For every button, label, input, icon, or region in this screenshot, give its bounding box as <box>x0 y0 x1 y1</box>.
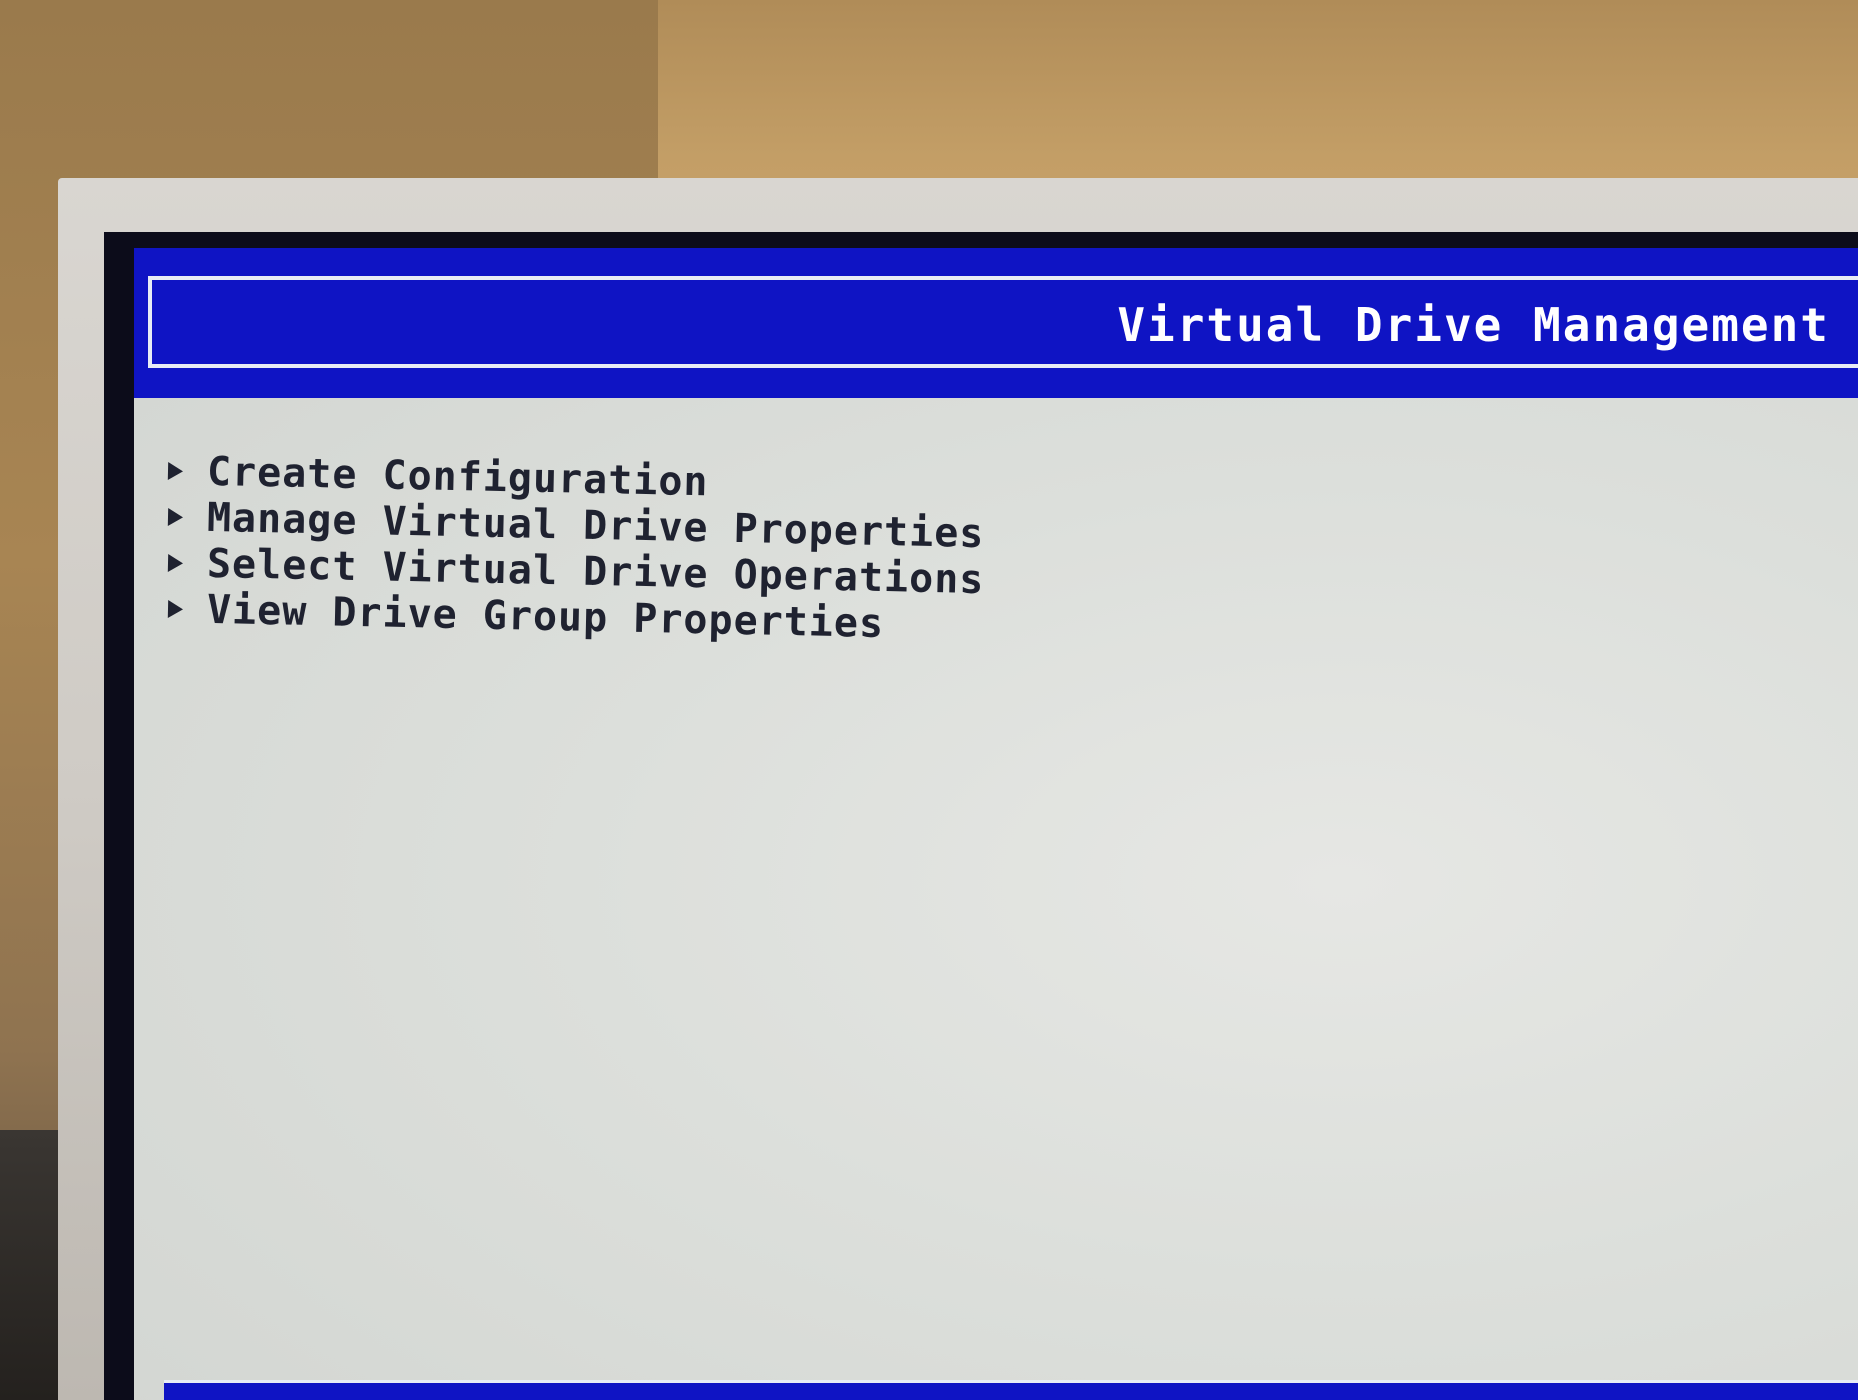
main-menu: Create Configuration Manage Virtual Driv… <box>167 448 985 647</box>
triangle-right-icon <box>167 508 184 527</box>
bottom-bar <box>164 1380 1858 1400</box>
triangle-right-icon <box>167 600 184 619</box>
triangle-right-icon <box>167 554 184 573</box>
bios-screen: Virtual Drive Management Create Configur… <box>134 248 1858 1400</box>
page-title: Virtual Drive Management <box>1117 298 1830 352</box>
title-bar: Virtual Drive Management <box>134 248 1858 398</box>
title-frame: Virtual Drive Management <box>148 276 1858 368</box>
triangle-right-icon <box>167 462 184 481</box>
